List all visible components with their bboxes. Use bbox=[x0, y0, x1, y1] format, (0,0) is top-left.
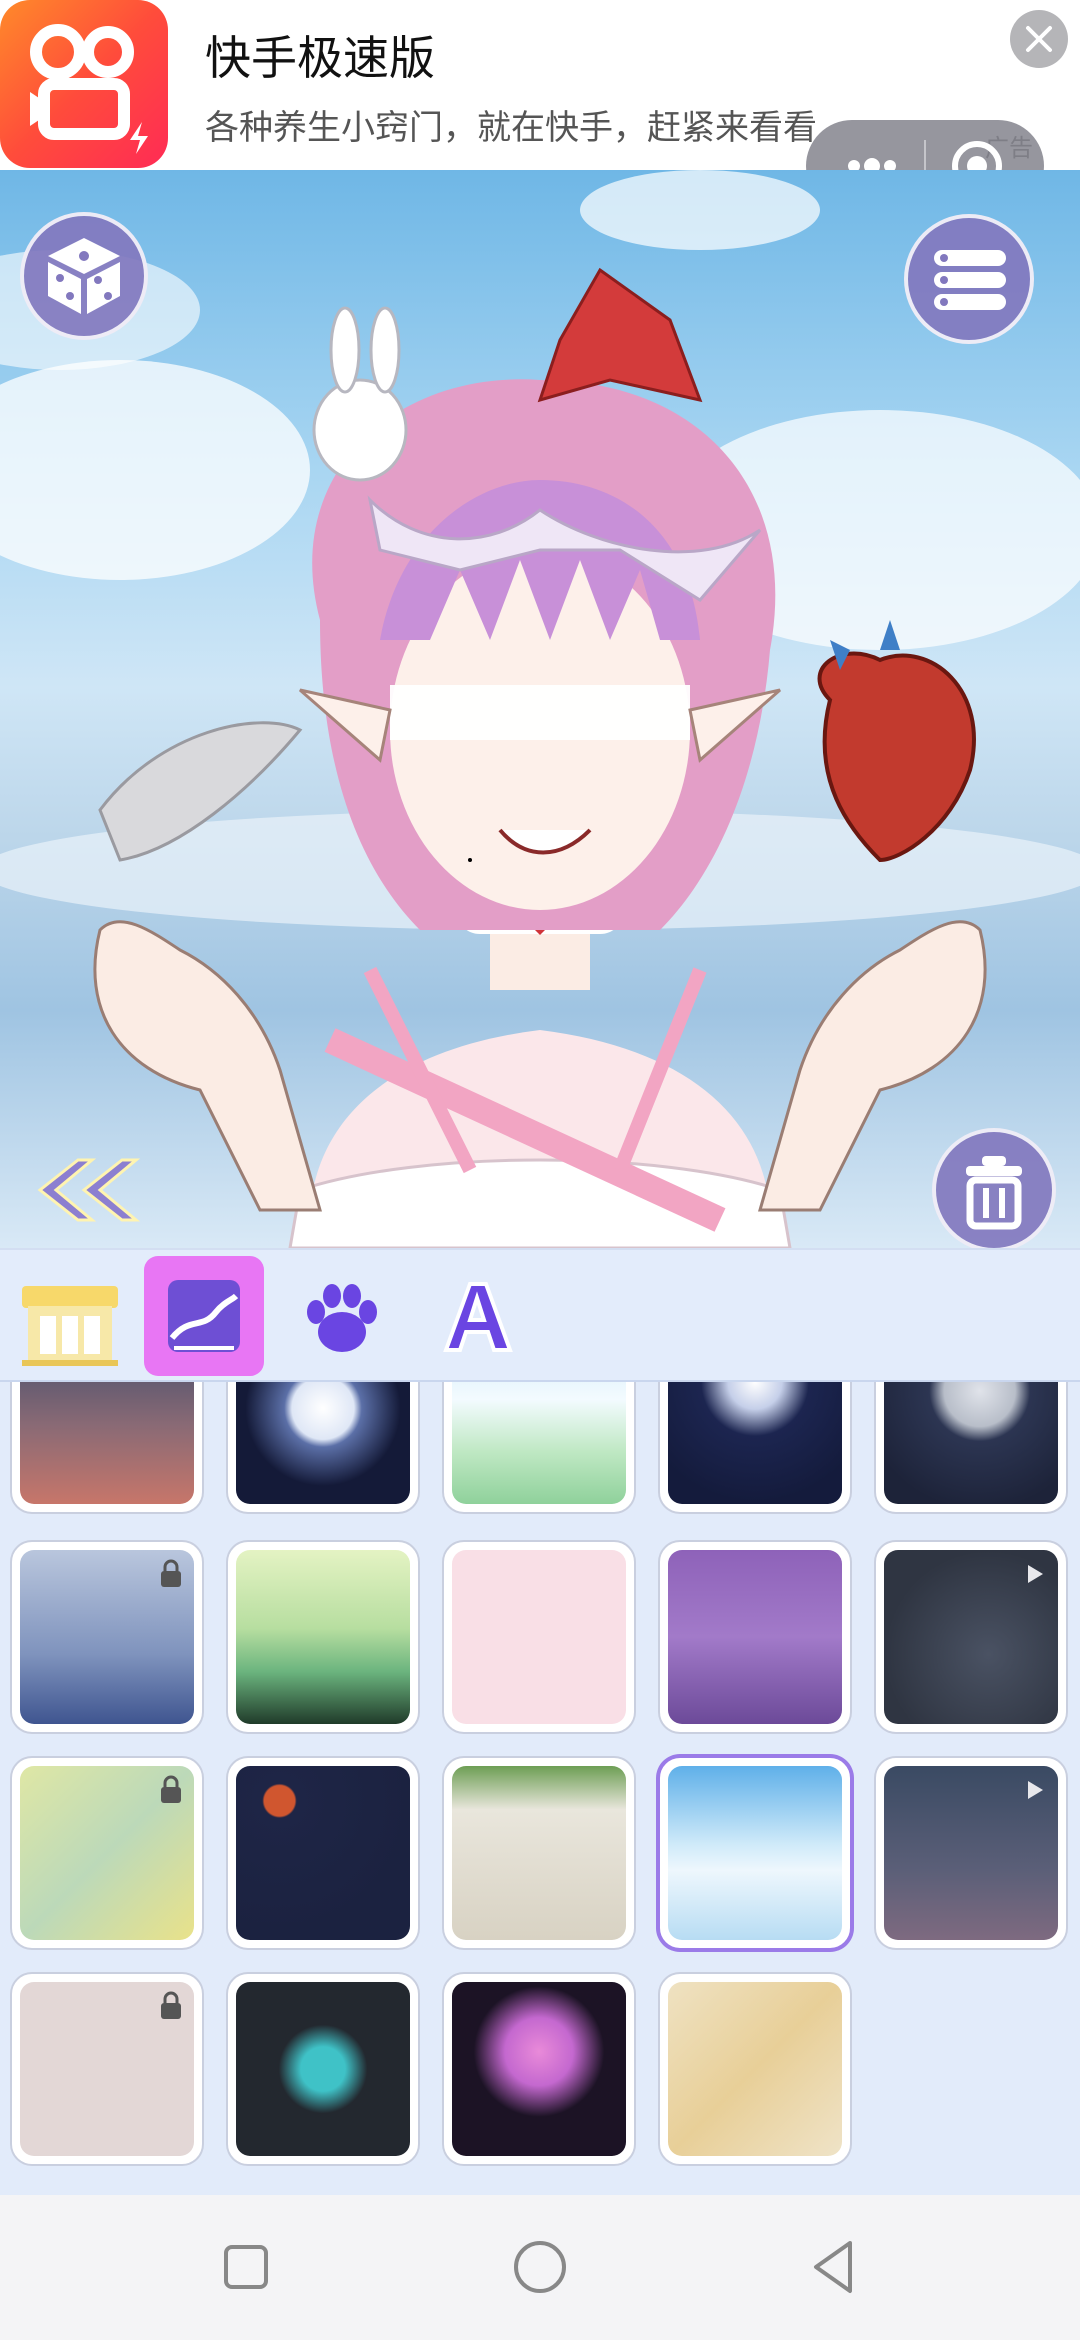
bg-thumb-dusk-clouds[interactable] bbox=[12, 1382, 202, 1512]
random-dice-button[interactable] bbox=[20, 212, 148, 340]
home-icon[interactable] bbox=[508, 2235, 572, 2299]
delete-button[interactable] bbox=[932, 1128, 1056, 1248]
bg-thumb-spider-web[interactable] bbox=[876, 1542, 1066, 1732]
bg-thumb-full-moon-night[interactable] bbox=[228, 1382, 418, 1512]
recent-apps-icon[interactable] bbox=[214, 2235, 278, 2299]
menu-list-button[interactable] bbox=[904, 214, 1034, 344]
bg-thumb-purple-bubbles[interactable] bbox=[444, 1974, 634, 2164]
bg-thumb-purple-clouds[interactable] bbox=[660, 1542, 850, 1732]
lock-icon bbox=[161, 1991, 181, 2019]
bg-thumb-sky-clouds[interactable] bbox=[660, 1758, 850, 1948]
bg-thumb-golden-waves[interactable] bbox=[12, 1758, 202, 1948]
paw-icon bbox=[307, 1284, 377, 1352]
lock-icon bbox=[161, 1775, 181, 1803]
bg-thumb-night-waves-sun[interactable] bbox=[228, 1758, 418, 1948]
tab-background[interactable] bbox=[144, 1256, 264, 1376]
letter-a-icon bbox=[443, 1282, 513, 1352]
ad-close-button[interactable] bbox=[1010, 10, 1068, 68]
system-nav-bar bbox=[0, 2195, 1080, 2340]
kuaishou-logo bbox=[0, 0, 168, 168]
bg-thumb-starry-moon[interactable] bbox=[876, 1382, 1066, 1512]
bg-thumb-pink-pattern[interactable] bbox=[12, 1974, 202, 2164]
bg-thumb-pink-patchwork[interactable] bbox=[444, 1542, 634, 1732]
bg-thumb-green-mountain-pines[interactable] bbox=[228, 1542, 418, 1732]
tab-text[interactable] bbox=[416, 1256, 536, 1376]
category-tabs bbox=[0, 1248, 1080, 1382]
character-stage[interactable] bbox=[0, 170, 1080, 1248]
background-grid bbox=[0, 1382, 1080, 2195]
ad-title: 快手极速版 bbox=[205, 31, 435, 85]
video-badge-icon bbox=[1028, 1565, 1043, 1583]
ad-subtitle: 各种养生小窍门，就在快手，赶紧来看看 bbox=[205, 108, 817, 148]
shop-icon bbox=[22, 1286, 118, 1366]
bg-thumb-lily-pond[interactable] bbox=[444, 1382, 634, 1512]
bg-thumb-teal-splash[interactable] bbox=[228, 1974, 418, 2164]
landscape-icon bbox=[168, 1280, 240, 1352]
list-menu-icon bbox=[934, 250, 1006, 310]
dice-icon bbox=[48, 238, 120, 314]
app-screen: 快手极速版 各种养生小窍门，就在快手，赶紧来看看 广告 bbox=[0, 0, 1080, 2340]
bg-thumb-night-sky-pink[interactable] bbox=[876, 1758, 1066, 1948]
video-badge-icon bbox=[1028, 1781, 1043, 1799]
bg-thumb-moon-over-castle[interactable] bbox=[660, 1382, 850, 1512]
lock-icon bbox=[161, 1559, 181, 1587]
trash-icon bbox=[966, 1156, 1022, 1230]
back-button[interactable] bbox=[30, 1150, 141, 1230]
bg-thumb-stone-wall-ivy[interactable] bbox=[444, 1758, 634, 1948]
close-icon bbox=[1026, 26, 1052, 52]
tab-shop[interactable] bbox=[10, 1256, 130, 1376]
bg-thumb-paper-fans[interactable] bbox=[660, 1974, 850, 2164]
back-nav-icon[interactable] bbox=[802, 2235, 866, 2299]
tab-pets[interactable] bbox=[282, 1256, 402, 1376]
double-chevron-left-icon bbox=[37, 1158, 141, 1222]
bg-thumb-birch-forest[interactable] bbox=[12, 1542, 202, 1732]
